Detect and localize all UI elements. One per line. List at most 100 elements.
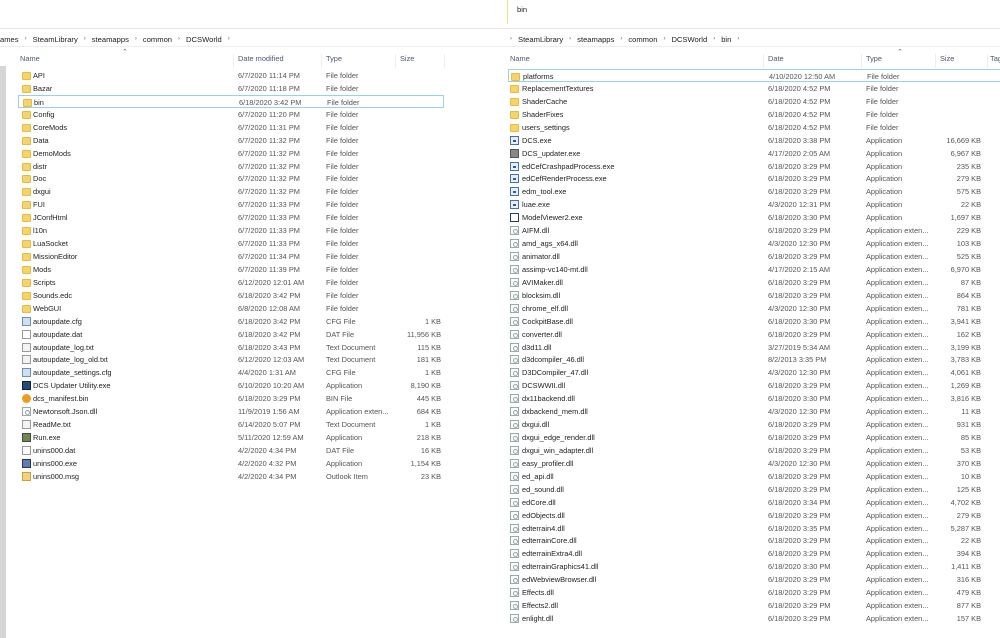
file-row[interactable]: Bazar 6/7/2020 11:18 PM File folder xyxy=(18,82,444,95)
file-row[interactable]: bin 6/18/2020 3:42 PM File folder xyxy=(18,94,444,108)
file-row[interactable]: AIFM.dll 6/18/2020 3:29 PM Application ext… xyxy=(508,224,1000,237)
breadcrumb-item[interactable]: SteamLibrary xyxy=(518,35,563,44)
file-type: File folder xyxy=(326,290,359,300)
file-row[interactable]: ShaderFixes 6/18/2020 4:52 PM File folder xyxy=(508,108,1000,121)
breadcrumb-item[interactable]: bin xyxy=(721,35,731,44)
file-row[interactable]: edCore.dll 6/18/2020 3:34 PM Application e… xyxy=(508,496,1000,509)
file-date: 6/10/2020 10:20 AM xyxy=(238,381,305,391)
breadcrumb-item[interactable]: steamapps xyxy=(577,35,614,44)
file-row[interactable]: edm_tool.exe 6/18/2020 3:29 PM Application… xyxy=(508,185,1000,198)
file-row[interactable]: ModelViewer2.exe 6/18/2020 3:30 PM Applica… xyxy=(508,211,1000,224)
column-size[interactable]: Size xyxy=(940,54,988,68)
file-row[interactable]: unins000.msg 4/2/2020 4:34 PM Outlook Item… xyxy=(18,470,444,483)
file-row[interactable]: FUI 6/7/2020 11:33 PM File folder xyxy=(18,198,444,211)
breadcrumb-item[interactable]: DCSWorld xyxy=(186,35,222,44)
file-row[interactable]: platforms 4/10/2020 12:50 AM File folder xyxy=(508,69,1000,82)
file-row[interactable]: Sounds.edc 6/18/2020 3:42 PM File folder xyxy=(18,289,444,302)
file-row[interactable]: edterrainCore.dll 6/18/2020 3:29 PM Applic… xyxy=(508,534,1000,547)
file-type: File folder xyxy=(326,264,359,274)
file-row[interactable]: autoupdate_settings.cfg 4/4/2020 1:31 AM C… xyxy=(18,366,444,379)
file-row[interactable]: ReplacementTextures 6/18/2020 4:52 PM File… xyxy=(508,82,1000,95)
file-row[interactable]: l10n 6/7/2020 11:33 PM File folder xyxy=(18,224,444,237)
column-date[interactable]: Date xyxy=(768,54,862,68)
file-row[interactable]: Data 6/7/2020 11:32 PM File folder xyxy=(18,134,444,147)
file-row[interactable]: ReadMe.txt 6/14/2020 5:07 PM Text Document… xyxy=(18,418,444,431)
file-row[interactable]: dxbackend_mem.dll 4/3/2020 12:30 PM Applic… xyxy=(508,405,1000,418)
file-row[interactable]: Effects.dll 6/18/2020 3:29 PM Application … xyxy=(508,586,1000,599)
file-row[interactable]: ed_api.dll 6/18/2020 3:29 PM Application e… xyxy=(508,470,1000,483)
column-type[interactable]: Type xyxy=(866,54,936,68)
file-row[interactable]: Scripts 6/12/2020 12:01 AM File folder xyxy=(18,276,444,289)
file-row[interactable]: autoupdate.cfg 6/18/2020 3:42 PM CFG File 1… xyxy=(18,315,444,328)
file-row[interactable]: CoreMods 6/7/2020 11:31 PM File folder xyxy=(18,121,444,134)
file-row[interactable]: luae.exe 4/3/2020 12:31 PM Application 22 K… xyxy=(508,198,1000,211)
file-row[interactable]: DCSWWII.dll 6/18/2020 3:29 PM Application … xyxy=(508,379,1000,392)
file-row[interactable]: chrome_elf.dll 4/3/2020 12:30 PM Applicati… xyxy=(508,302,1000,315)
file-row[interactable]: d3d11.dll 3/27/2019 5:34 AM Application ex… xyxy=(508,341,1000,354)
search-input[interactable]: bin xyxy=(507,0,536,24)
file-type: Application exten... xyxy=(866,368,929,378)
file-row[interactable]: autoupdate_log_old.txt 6/12/2020 12:03 AM… xyxy=(18,353,444,366)
file-row[interactable]: ed_sound.dll 6/18/2020 3:29 PM Application… xyxy=(508,483,1000,496)
file-row[interactable]: Mods 6/7/2020 11:39 PM File folder xyxy=(18,263,444,276)
file-row[interactable]: edObjects.dll 6/18/2020 3:29 PM Applicatio… xyxy=(508,509,1000,522)
breadcrumb-item[interactable]: ames xyxy=(0,35,19,44)
file-row[interactable]: converter.dll 6/18/2020 3:29 PM Applicatio… xyxy=(508,328,1000,341)
file-row[interactable]: edCefCrashpadProcess.exe 6/18/2020 3:29 P… xyxy=(508,160,1000,173)
file-row[interactable]: unins000.exe 4/2/2020 4:32 PM Application 1… xyxy=(18,457,444,470)
file-row[interactable]: JConfHtml 6/7/2020 11:33 PM File folder xyxy=(18,211,444,224)
file-row[interactable]: autoupdate.dat 6/18/2020 3:42 PM DAT File 1… xyxy=(18,328,444,341)
file-row[interactable]: autoupdate_log.txt 6/18/2020 3:43 PM Text … xyxy=(18,341,444,354)
file-row[interactable]: dxgui.dll 6/18/2020 3:29 PM Application ex… xyxy=(508,418,1000,431)
file-row[interactable]: blocksim.dll 6/18/2020 3:29 PM Application… xyxy=(508,289,1000,302)
file-row[interactable]: animator.dll 6/18/2020 3:29 PM Application… xyxy=(508,250,1000,263)
file-row[interactable]: amd_ags_x64.dll 4/3/2020 12:30 PM Applicat… xyxy=(508,237,1000,250)
file-row[interactable]: DemoMods 6/7/2020 11:32 PM File folder xyxy=(18,147,444,160)
column-tags[interactable]: Tag xyxy=(990,54,1000,68)
file-type: Application exten... xyxy=(866,316,929,326)
file-row[interactable]: Config 6/7/2020 11:20 PM File folder xyxy=(18,108,444,121)
breadcrumb-item[interactable]: steamapps xyxy=(92,35,129,44)
file-row[interactable]: unins000.dat 4/2/2020 4:34 PM DAT File 16 K… xyxy=(18,444,444,457)
file-row[interactable]: dxgui 6/7/2020 11:32 PM File folder xyxy=(18,185,444,198)
file-row[interactable]: DCS Updater Utility.exe 6/10/2020 10:20 A… xyxy=(18,379,444,392)
file-row[interactable]: Newtonsoft.Json.dll 11/9/2019 1:56 AM Appl… xyxy=(18,405,444,418)
file-row[interactable]: CockpitBase.dll 6/18/2020 3:30 PM Applicat… xyxy=(508,315,1000,328)
file-row[interactable]: enlight.dll 6/18/2020 3:29 PM Application … xyxy=(508,612,1000,625)
file-row[interactable]: dx11backend.dll 6/18/2020 3:30 PM Applicat… xyxy=(508,392,1000,405)
breadcrumb-item[interactable]: DCSWorld xyxy=(671,35,707,44)
file-row[interactable]: distr 6/7/2020 11:32 PM File folder xyxy=(18,160,444,173)
column-date[interactable]: Date modified xyxy=(238,54,322,68)
file-row[interactable]: assimp-vc140-mt.dll 4/17/2020 2:15 AM Appl… xyxy=(508,263,1000,276)
file-row[interactable]: edCefRenderProcess.exe 6/18/2020 3:29 PM A… xyxy=(508,172,1000,185)
file-row[interactable]: edterrainGraphics41.dll 6/18/2020 3:30 PM… xyxy=(508,560,1000,573)
file-row[interactable]: ShaderCache 6/18/2020 4:52 PM File folder xyxy=(508,95,1000,108)
file-row[interactable]: DCS.exe 6/18/2020 3:38 PM Application 16,66… xyxy=(508,134,1000,147)
breadcrumb-item[interactable]: common xyxy=(143,35,172,44)
file-row[interactable]: D3DCompiler_47.dll 4/3/2020 12:30 PM Appli… xyxy=(508,366,1000,379)
column-type[interactable]: Type xyxy=(326,54,396,68)
file-row[interactable]: Run.exe 5/11/2020 12:59 AM Application 218 … xyxy=(18,431,444,444)
column-size[interactable]: Size xyxy=(400,54,445,68)
file-row[interactable]: edWebviewBrowser.dll 6/18/2020 3:29 PM App… xyxy=(508,573,1000,586)
file-row[interactable]: users_settings 6/18/2020 4:52 PM File fold… xyxy=(508,121,1000,134)
file-row[interactable]: Effects2.dll 6/18/2020 3:29 PM Application… xyxy=(508,599,1000,612)
file-row[interactable]: DCS_updater.exe 4/17/2020 2:05 AM Applicat… xyxy=(508,147,1000,160)
breadcrumb-item[interactable]: common xyxy=(628,35,657,44)
file-row[interactable]: d3dcompiler_46.dll 8/2/2013 3:35 PM Applic… xyxy=(508,353,1000,366)
file-row[interactable]: MissionEditor 6/7/2020 11:34 PM File folde… xyxy=(18,250,444,263)
file-row[interactable]: WebGUI 6/8/2020 12:08 AM File folder xyxy=(18,302,444,315)
file-row[interactable]: API 6/7/2020 11:14 PM File folder xyxy=(18,69,444,82)
file-row[interactable]: Doc 6/7/2020 11:32 PM File folder xyxy=(18,172,444,185)
file-row[interactable]: edterrainExtra4.dll 6/18/2020 3:29 PM Appl… xyxy=(508,547,1000,560)
column-name[interactable]: Name xyxy=(20,54,234,68)
file-row[interactable]: easy_profiler.dll 4/3/2020 12:30 PM Applic… xyxy=(508,457,1000,470)
file-row[interactable]: dcs_manifest.bin 6/18/2020 3:29 PM BIN Fil… xyxy=(18,392,444,405)
file-row[interactable]: AVIMaker.dll 6/18/2020 3:29 PM Application… xyxy=(508,276,1000,289)
column-name[interactable]: Name xyxy=(510,54,764,68)
file-row[interactable]: edterrain4.dll 6/18/2020 3:35 PM Applicati… xyxy=(508,522,1000,535)
breadcrumb-item[interactable]: SteamLibrary xyxy=(33,35,78,44)
file-row[interactable]: dxgui_edge_render.dll 6/18/2020 3:29 PM Ap… xyxy=(508,431,1000,444)
file-row[interactable]: LuaSocket 6/7/2020 11:33 PM File folder xyxy=(18,237,444,250)
file-row[interactable]: dxgui_win_adapter.dll 6/18/2020 3:29 PM Ap… xyxy=(508,444,1000,457)
